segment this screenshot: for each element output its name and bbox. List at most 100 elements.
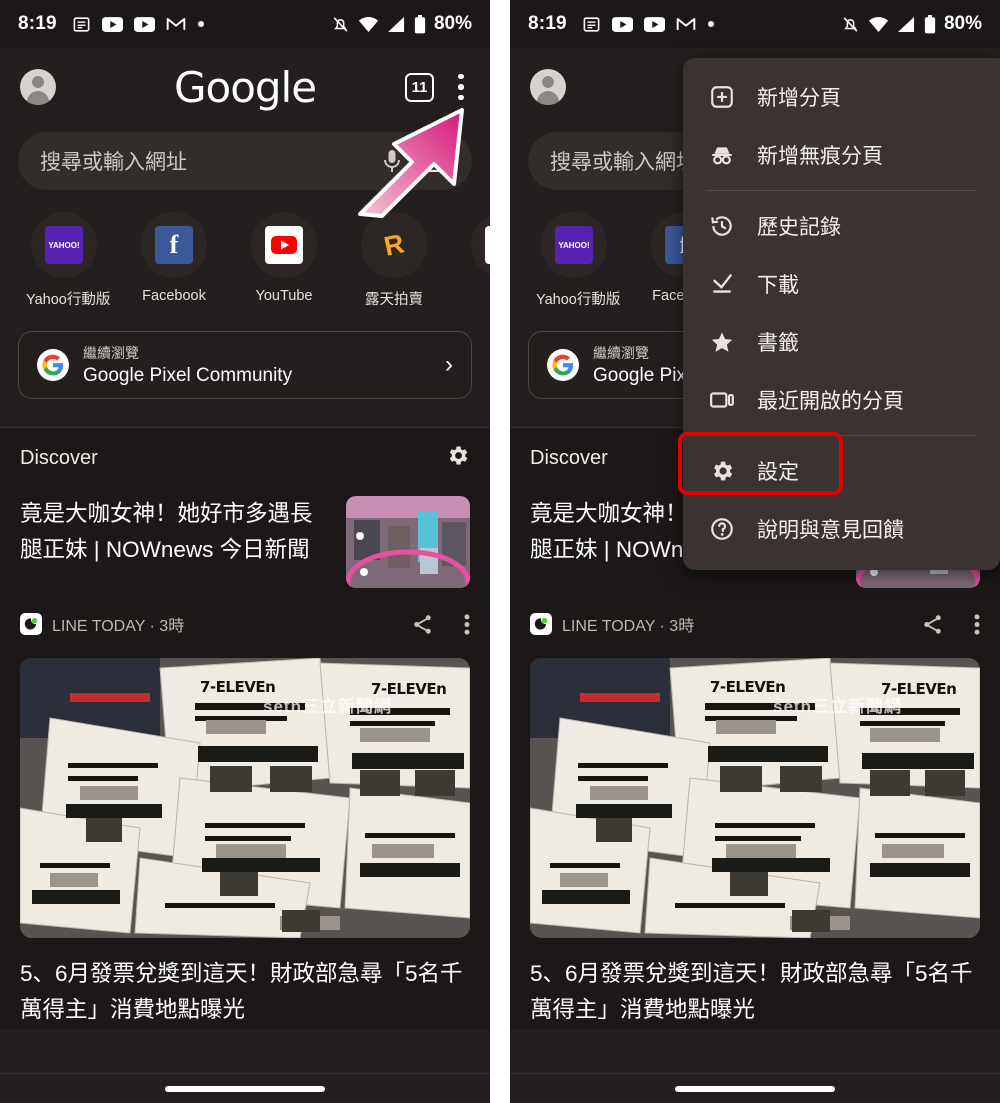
- google-g-icon: [37, 349, 69, 381]
- status-notification-icons: [582, 15, 715, 34]
- phone-panel-right: 8:19 80% 搜尋或輸入網址 YAHOO! Yahoo行動版 繼續瀏覽 Go…: [510, 0, 1000, 1103]
- menu-item-bookmarks[interactable]: 書籤: [683, 313, 1000, 371]
- article-source: LINE TODAY · 3時: [52, 618, 185, 635]
- menu-item-label: 新增分頁: [757, 87, 841, 110]
- signal-icon: [387, 16, 405, 32]
- tab-switcher-button[interactable]: 11: [405, 72, 434, 102]
- ruten-icon: R: [381, 227, 407, 262]
- shortcut-label: YouTube: [255, 288, 313, 304]
- more-options-button[interactable]: [452, 72, 470, 103]
- youtube-icon: [611, 16, 633, 32]
- shortcut-label: 維基: [466, 288, 491, 309]
- notifications-off-icon: [333, 16, 348, 32]
- gear-icon: [713, 461, 733, 481]
- shortcut-yahoo[interactable]: YAHOO! Yahoo行動版: [536, 212, 620, 309]
- menu-item-help-and-feedback[interactable]: 說明與意見回饋: [683, 500, 1000, 558]
- system-nav-bar: [510, 1073, 1000, 1103]
- menu-item-downloads[interactable]: 下載: [683, 255, 1000, 313]
- youtube-icon: [265, 226, 303, 264]
- wifi-icon: [358, 16, 379, 32]
- search-input[interactable]: 搜尋或輸入網址: [18, 132, 472, 190]
- system-nav-bar: [0, 1073, 490, 1103]
- shortcut-icon-circle: W: [471, 212, 490, 278]
- share-icon[interactable]: [411, 613, 434, 636]
- receipts-photo[interactable]: 7-ELEVEn 7-ELEVEn setn三立新聞網: [530, 658, 980, 938]
- menu-item-recent-tabs[interactable]: 最近開啟的分頁: [683, 371, 1000, 429]
- battery-percentage: 80%: [943, 13, 982, 34]
- history-icon: [711, 216, 732, 236]
- search-placeholder: 搜尋或輸入網址: [40, 151, 187, 174]
- battery-icon: [414, 14, 426, 33]
- shortcut-label: Facebook: [142, 288, 206, 304]
- menu-item-new-tab[interactable]: 新增分頁: [683, 68, 1000, 126]
- home-indicator[interactable]: [675, 1085, 835, 1092]
- status-time: 8:19: [18, 13, 57, 34]
- discover-feed: Discover 竟是大咖女神！她好市多遇長腿正妹 | NOWnews 今日新聞…: [0, 427, 490, 1029]
- google-g-icon: [547, 349, 579, 381]
- phone-panel-left: 8:19 80% Google 11 搜尋或輸入網址 YAHOO! Yahoo行…: [0, 0, 490, 1103]
- menu-divider: [707, 190, 976, 191]
- shortcut-icon-circle: f: [141, 212, 207, 278]
- discover-header: Discover: [0, 428, 490, 488]
- gmail-icon: [676, 18, 696, 30]
- wikipedia-icon: W: [485, 226, 490, 264]
- more-vertical-icon[interactable]: [464, 613, 470, 636]
- shortcut-youtube[interactable]: YouTube: [246, 212, 322, 309]
- shortcut-icon-circle: YAHOO!: [541, 212, 607, 278]
- search-actions: [382, 148, 450, 174]
- dot-icon: [707, 21, 714, 27]
- discover-title: Discover: [530, 446, 608, 469]
- continue-card-text: 繼續瀏覽 Google Pixel Community: [83, 343, 292, 387]
- star-icon: [711, 332, 733, 352]
- menu-item-label: 歷史記錄: [757, 216, 841, 239]
- signal-icon: [897, 16, 915, 32]
- continue-card-title: Google Pixel Community: [83, 365, 293, 386]
- browser-top-bar: Google 11: [0, 48, 490, 126]
- shortcut-facebook[interactable]: f Facebook: [136, 212, 212, 309]
- continue-browsing-card[interactable]: 繼續瀏覽 Google Pixel Community ›: [18, 331, 472, 399]
- status-notification-icons: [72, 15, 205, 34]
- status-bar: 8:19 80%: [0, 0, 490, 48]
- article-actions: [411, 613, 470, 636]
- article-source: LINE TODAY · 3時: [562, 618, 695, 635]
- article-title: 5、6月發票兌獎到這天！財政部急尋「5名千萬得主」消費地點曝光: [20, 961, 463, 1023]
- photo-watermark: setn三立新聞網: [773, 696, 902, 716]
- status-system-icons: 80%: [331, 13, 472, 35]
- menu-item-history[interactable]: 歷史記錄: [683, 197, 1000, 255]
- article-title: 竟是大咖女神！她好市多遇長腿正妹 | NOWnews 今日新聞: [20, 501, 313, 563]
- home-indicator[interactable]: [165, 1085, 325, 1092]
- youtube-icon: [643, 16, 665, 32]
- top-bar-actions: 11: [405, 72, 470, 103]
- recent-tabs-icon: [710, 392, 734, 408]
- news-icon: [73, 16, 90, 32]
- menu-divider: [707, 435, 976, 436]
- shortcut-label: 露天拍賣: [365, 292, 423, 308]
- article-meta: LINE TODAY · 3時: [510, 612, 1000, 636]
- menu-item-label: 新增無痕分頁: [757, 145, 883, 168]
- article-thumbnail: [346, 496, 470, 588]
- share-icon[interactable]: [921, 613, 944, 636]
- line-today-icon: [20, 613, 42, 635]
- more-vertical-icon[interactable]: [974, 613, 980, 636]
- battery-percentage: 80%: [433, 13, 472, 34]
- continue-card-eyebrow: 繼續瀏覽: [83, 345, 139, 361]
- account-avatar[interactable]: [530, 69, 566, 105]
- search-placeholder: 搜尋或輸入網址: [550, 151, 697, 174]
- menu-item-label: 書籤: [757, 332, 799, 355]
- shortcut-yahoo[interactable]: YAHOO! Yahoo行動版: [26, 212, 110, 309]
- menu-item-label: 下載: [757, 274, 799, 297]
- camera-lens-icon[interactable]: [424, 150, 450, 172]
- browser-overflow-menu: 新增分頁 新增無痕分頁 歷史記錄 下載 書籤 最近開啟的分頁 設定 說明與意見回…: [678, 58, 1000, 570]
- gear-icon[interactable]: [445, 443, 470, 473]
- news-icon: [583, 16, 600, 32]
- status-time: 8:19: [528, 13, 567, 34]
- shortcut-ruten[interactable]: R 露天拍賣: [356, 212, 432, 309]
- menu-item-new-incognito-tab[interactable]: 新增無痕分頁: [683, 126, 1000, 184]
- shortcut-wikipedia[interactable]: W 維基: [466, 212, 490, 309]
- receipts-photo[interactable]: 7-ELEVEn 7-ELEVEn setn三立新聞網: [20, 658, 470, 938]
- account-avatar[interactable]: [20, 69, 56, 105]
- article-card[interactable]: 竟是大咖女神！她好市多遇長腿正妹 | NOWnews 今日新聞: [0, 496, 490, 588]
- microphone-icon[interactable]: [382, 148, 402, 174]
- gmail-icon: [166, 18, 186, 30]
- menu-item-settings[interactable]: 設定: [683, 442, 1000, 500]
